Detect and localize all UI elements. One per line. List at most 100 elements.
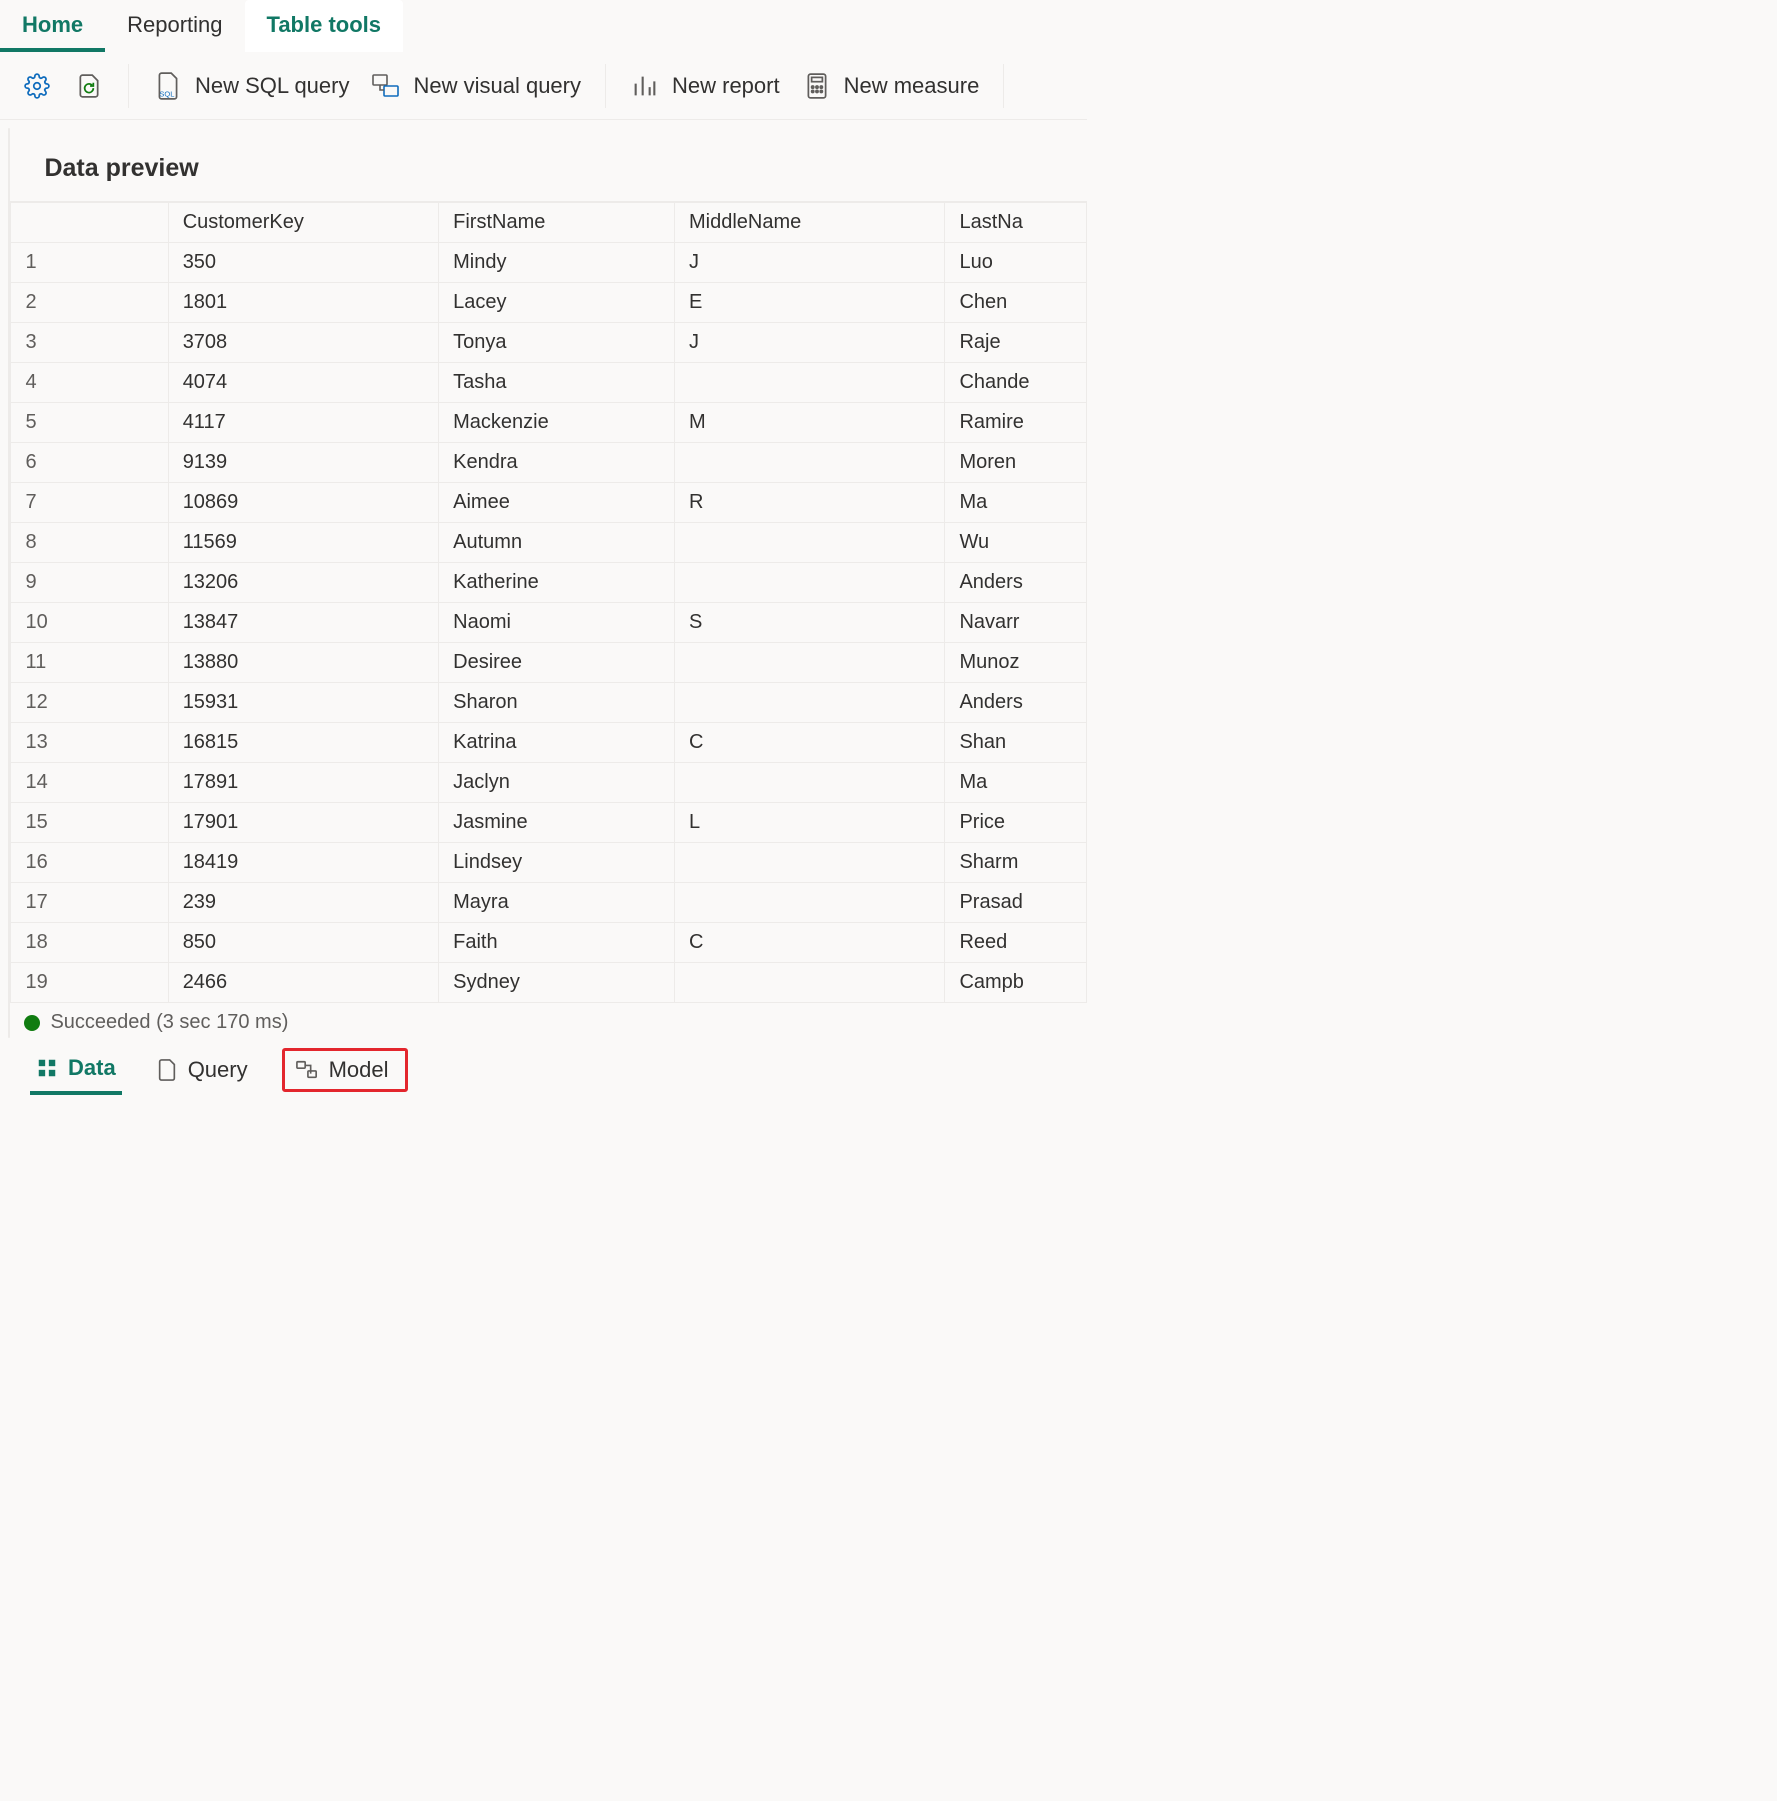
- cell[interactable]: 13880: [168, 643, 438, 683]
- cell[interactable]: Sydney: [439, 963, 675, 1003]
- cell[interactable]: Ma: [945, 763, 1087, 803]
- cell[interactable]: C: [675, 723, 945, 763]
- cell[interactable]: 9139: [168, 443, 438, 483]
- cell[interactable]: Mindy: [439, 243, 675, 283]
- cell[interactable]: Tonya: [439, 323, 675, 363]
- cell[interactable]: Tasha: [439, 363, 675, 403]
- row-number-cell[interactable]: 8: [11, 523, 168, 563]
- cell[interactable]: Ma: [945, 483, 1087, 523]
- new-visual-query-button[interactable]: New visual query: [371, 71, 581, 101]
- cell[interactable]: [675, 443, 945, 483]
- row-number-cell[interactable]: 2: [11, 283, 168, 323]
- cell[interactable]: M: [675, 403, 945, 443]
- cell[interactable]: Desiree: [439, 643, 675, 683]
- cell[interactable]: 4074: [168, 363, 438, 403]
- row-number-header[interactable]: [11, 203, 168, 243]
- table-row[interactable]: 14 17891 Jaclyn Ma: [11, 763, 1087, 803]
- row-number-cell[interactable]: 16: [11, 843, 168, 883]
- row-number-cell[interactable]: 9: [11, 563, 168, 603]
- row-number-cell[interactable]: 18: [11, 923, 168, 963]
- cell[interactable]: Navarr: [945, 603, 1087, 643]
- table-row[interactable]: 6 9139 Kendra Moren: [11, 443, 1087, 483]
- cell[interactable]: 13206: [168, 563, 438, 603]
- cell[interactable]: R: [675, 483, 945, 523]
- row-number-cell[interactable]: 15: [11, 803, 168, 843]
- cell[interactable]: 18419: [168, 843, 438, 883]
- cell[interactable]: Campb: [945, 963, 1087, 1003]
- bottom-tab-model[interactable]: Model: [295, 1055, 389, 1085]
- row-number-cell[interactable]: 1: [11, 243, 168, 283]
- cell[interactable]: 17901: [168, 803, 438, 843]
- table-row[interactable]: 10 13847 Naomi S Navarr: [11, 603, 1087, 643]
- row-number-cell[interactable]: 11: [11, 643, 168, 683]
- table-row[interactable]: 1 350 Mindy J Luo: [11, 243, 1087, 283]
- cell[interactable]: Aimee: [439, 483, 675, 523]
- row-number-cell[interactable]: 12: [11, 683, 168, 723]
- cell[interactable]: [675, 523, 945, 563]
- row-number-cell[interactable]: 19: [11, 963, 168, 1003]
- cell[interactable]: S: [675, 603, 945, 643]
- row-number-cell[interactable]: 7: [11, 483, 168, 523]
- column-header[interactable]: CustomerKey: [168, 203, 438, 243]
- table-row[interactable]: 12 15931 Sharon Anders: [11, 683, 1087, 723]
- cell[interactable]: [675, 763, 945, 803]
- cell[interactable]: Anders: [945, 683, 1087, 723]
- data-grid[interactable]: CustomerKeyFirstNameMiddleNameLastNa 1 3…: [10, 201, 1087, 1003]
- cell[interactable]: [675, 363, 945, 403]
- cell[interactable]: Katherine: [439, 563, 675, 603]
- table-row[interactable]: 4 4074 Tasha Chande: [11, 363, 1087, 403]
- cell[interactable]: 13847: [168, 603, 438, 643]
- cell[interactable]: J: [675, 323, 945, 363]
- row-number-cell[interactable]: 5: [11, 403, 168, 443]
- table-row[interactable]: 18 850 Faith C Reed: [11, 923, 1087, 963]
- cell[interactable]: Chande: [945, 363, 1087, 403]
- cell[interactable]: 4117: [168, 403, 438, 443]
- row-number-cell[interactable]: 3: [11, 323, 168, 363]
- cell[interactable]: Wu: [945, 523, 1087, 563]
- cell[interactable]: Autumn: [439, 523, 675, 563]
- cell[interactable]: Munoz: [945, 643, 1087, 683]
- new-measure-button[interactable]: New measure: [802, 71, 980, 101]
- cell[interactable]: 2466: [168, 963, 438, 1003]
- table-row[interactable]: 7 10869 Aimee R Ma: [11, 483, 1087, 523]
- cell[interactable]: 350: [168, 243, 438, 283]
- cell[interactable]: Jasmine: [439, 803, 675, 843]
- cell[interactable]: [675, 963, 945, 1003]
- tab-table-tools[interactable]: Table tools: [245, 0, 404, 52]
- cell[interactable]: [675, 843, 945, 883]
- table-row[interactable]: 9 13206 Katherine Anders: [11, 563, 1087, 603]
- row-number-cell[interactable]: 14: [11, 763, 168, 803]
- cell[interactable]: Faith: [439, 923, 675, 963]
- column-header[interactable]: LastNa: [945, 203, 1087, 243]
- cell[interactable]: 11569: [168, 523, 438, 563]
- cell[interactable]: Shan: [945, 723, 1087, 763]
- cell[interactable]: Jaclyn: [439, 763, 675, 803]
- new-sql-query-button[interactable]: SQL New SQL query: [153, 71, 349, 101]
- cell[interactable]: 3708: [168, 323, 438, 363]
- cell[interactable]: Lacey: [439, 283, 675, 323]
- cell[interactable]: Mayra: [439, 883, 675, 923]
- cell[interactable]: 239: [168, 883, 438, 923]
- cell[interactable]: Naomi: [439, 603, 675, 643]
- table-row[interactable]: 17 239 Mayra Prasad: [11, 883, 1087, 923]
- table-row[interactable]: 15 17901 Jasmine L Price: [11, 803, 1087, 843]
- cell[interactable]: [675, 643, 945, 683]
- cell[interactable]: Sharon: [439, 683, 675, 723]
- table-row[interactable]: 2 1801 Lacey E Chen: [11, 283, 1087, 323]
- column-header[interactable]: FirstName: [439, 203, 675, 243]
- row-number-cell[interactable]: 17: [11, 883, 168, 923]
- cell[interactable]: Prasad: [945, 883, 1087, 923]
- cell[interactable]: [675, 683, 945, 723]
- cell[interactable]: Ramire: [945, 403, 1087, 443]
- cell[interactable]: Moren: [945, 443, 1087, 483]
- table-row[interactable]: 16 18419 Lindsey Sharm: [11, 843, 1087, 883]
- cell[interactable]: Raje: [945, 323, 1087, 363]
- cell[interactable]: 16815: [168, 723, 438, 763]
- table-row[interactable]: 8 11569 Autumn Wu: [11, 523, 1087, 563]
- cell[interactable]: 1801: [168, 283, 438, 323]
- table-row[interactable]: 19 2466 Sydney Campb: [11, 963, 1087, 1003]
- cell[interactable]: C: [675, 923, 945, 963]
- row-number-cell[interactable]: 10: [11, 603, 168, 643]
- cell[interactable]: [675, 883, 945, 923]
- cell[interactable]: Mackenzie: [439, 403, 675, 443]
